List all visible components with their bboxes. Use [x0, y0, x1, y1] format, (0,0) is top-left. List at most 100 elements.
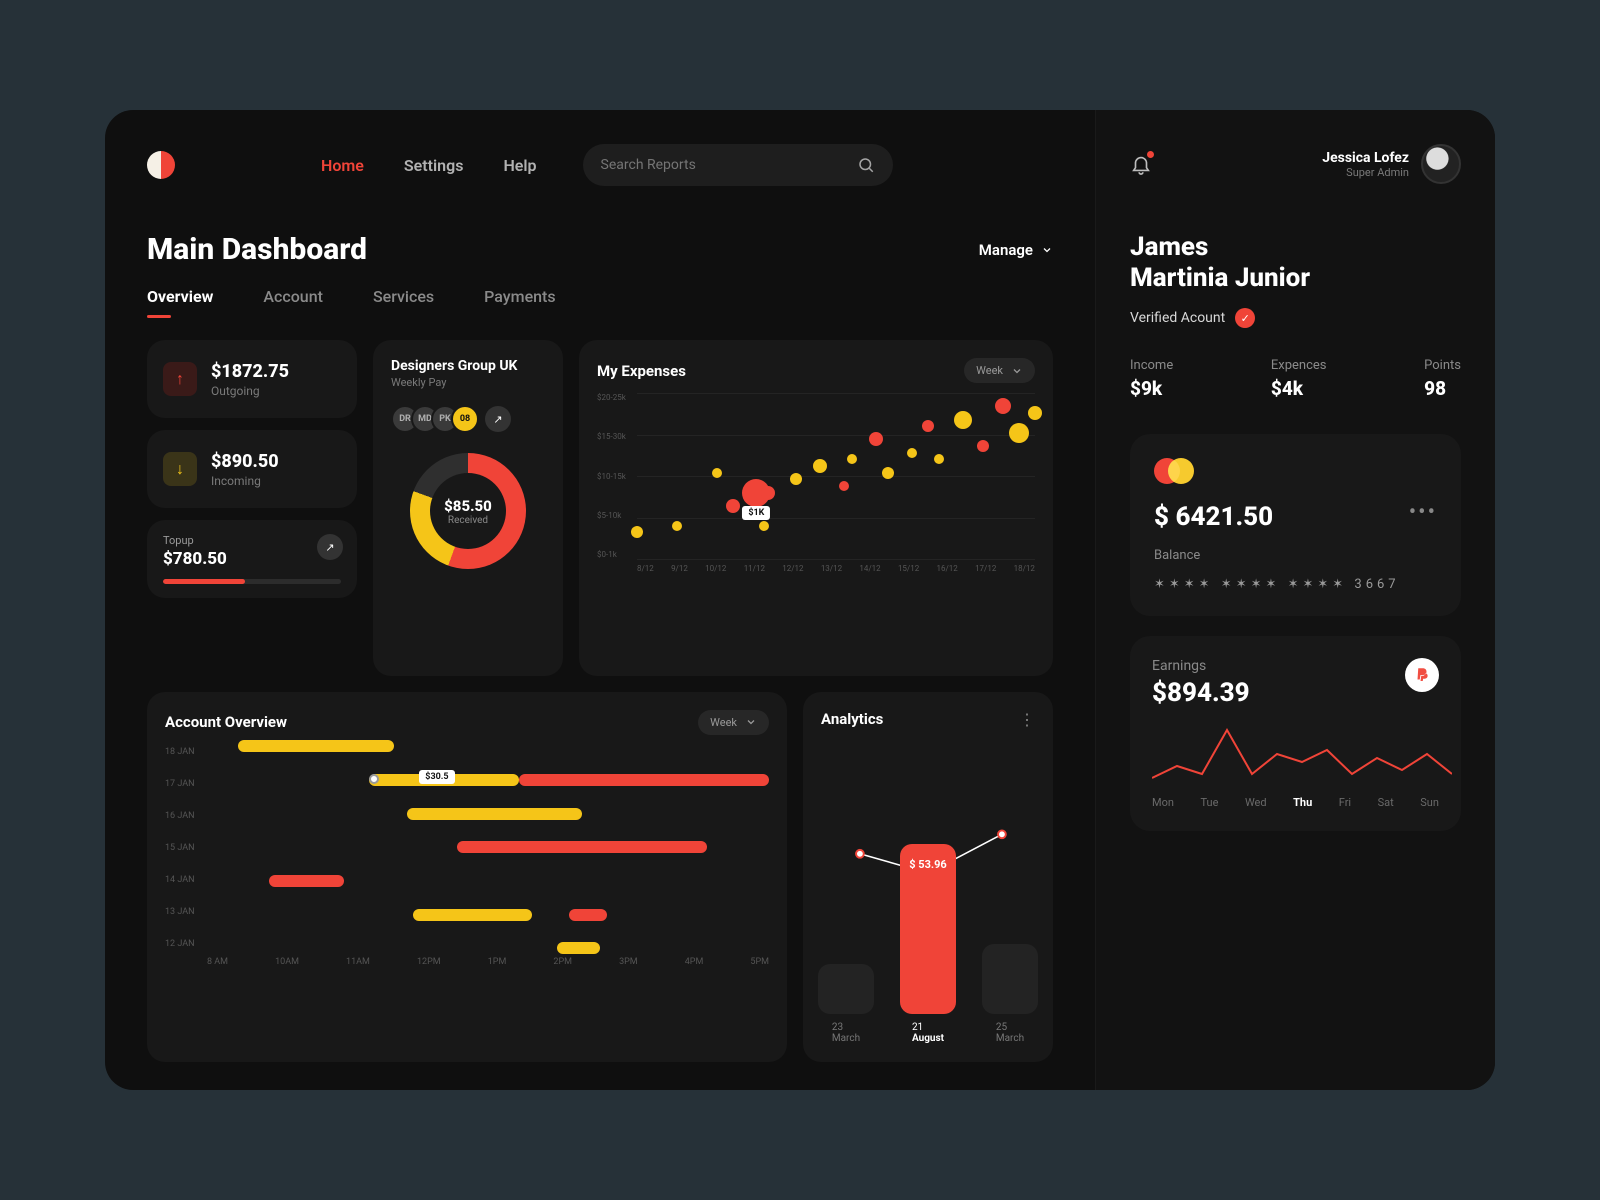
expenses-range-label: Week	[976, 364, 1003, 377]
profile[interactable]: Jessica Lofez Super Admin	[1322, 144, 1461, 184]
titlebar: Main Dashboard Manage	[147, 232, 1053, 267]
expenses-range-dropdown[interactable]: Week	[964, 358, 1035, 383]
received-amount: $85.50	[444, 497, 492, 515]
card-number: ✶✶✶✶ ✶✶✶✶ ✶✶✶✶ 3667	[1154, 577, 1437, 592]
stats-column: ↑ $1872.75 Outgoing ↓ $890.50 Incoming ↗…	[147, 340, 357, 676]
tab-overview[interactable]: Overview	[147, 287, 213, 306]
tab-account[interactable]: Account	[263, 287, 323, 306]
main-panel: Home Settings Help Main Dashboard Manage…	[105, 110, 1095, 1090]
verified-label: Verified Acount	[1130, 310, 1225, 326]
search-input[interactable]	[601, 157, 801, 173]
account-overview-card: Account Overview Week 18 JAN17 JAN16 JAN…	[147, 692, 787, 1063]
holder-name: JamesMartinia Junior	[1130, 232, 1461, 294]
incoming-label: Incoming	[211, 474, 279, 488]
day-label[interactable]: Wed	[1245, 796, 1267, 809]
search-box[interactable]	[583, 144, 893, 186]
day-label[interactable]: Sat	[1378, 796, 1394, 809]
balance-label: Balance	[1154, 548, 1437, 563]
earnings-sparkline	[1152, 726, 1452, 782]
expenses-title: My Expenses	[597, 362, 686, 380]
day-label[interactable]: Mon	[1152, 796, 1174, 809]
metric-income: Income $9k	[1130, 358, 1173, 400]
topup-card[interactable]: ↗ Topup $780.50	[147, 520, 357, 598]
designers-subtitle: Weekly Pay	[391, 376, 545, 389]
analytics-title: Analytics	[821, 710, 883, 728]
dashboard-grid: ↑ $1872.75 Outgoing ↓ $890.50 Incoming ↗…	[147, 340, 1053, 1062]
designers-title: Designers Group UK	[391, 358, 545, 374]
analytics-value: $ 53.96	[900, 858, 956, 871]
stat-incoming[interactable]: ↓ $890.50 Incoming	[147, 430, 357, 508]
nav-settings[interactable]: Settings	[404, 156, 464, 175]
avatar-count-badge[interactable]: 08	[451, 405, 479, 433]
app-window: Home Settings Help Main Dashboard Manage…	[105, 110, 1495, 1090]
mastercard-icon	[1154, 458, 1437, 484]
analytics-chart: 23March $ 53.96 21August 25March	[821, 739, 1035, 1045]
user-name: Jessica Lofez	[1322, 150, 1409, 166]
user-role: Super Admin	[1322, 166, 1409, 179]
bell-icon[interactable]	[1130, 153, 1152, 175]
topup-progress	[163, 579, 341, 584]
tab-payments[interactable]: Payments	[484, 287, 555, 306]
account-holder: JamesMartinia Junior Verified Acount ✓	[1130, 232, 1461, 328]
day-label[interactable]: Thu	[1293, 796, 1312, 809]
metrics-row: Income $9k Expences $4k Points 98	[1130, 358, 1461, 400]
arrow-up-icon: ↑	[163, 362, 197, 396]
analytics-col-active[interactable]: $ 53.96 21August	[900, 844, 956, 1044]
topup-amount: $780.50	[163, 549, 341, 569]
incoming-amount: $890.50	[211, 451, 279, 472]
earnings-days: Mon Tue Wed Thu Fri Sat Sun	[1152, 796, 1439, 809]
expenses-scatter-chart: $20-25k$15-30k$10-15k$5-10k$0-1k $1K 8/1…	[597, 393, 1035, 573]
donut-chart: $85.50 Received	[391, 451, 545, 571]
side-topbar: Jessica Lofez Super Admin	[1130, 144, 1461, 184]
arrow-down-icon: ↓	[163, 452, 197, 486]
search-icon	[857, 156, 875, 174]
verified-row: Verified Acount ✓	[1130, 308, 1461, 328]
chevron-down-icon	[745, 716, 757, 728]
side-panel: Jessica Lofez Super Admin JamesMartinia …	[1095, 110, 1495, 1090]
day-label[interactable]: Sun	[1420, 796, 1439, 809]
earnings-card: Earnings $894.39 Mon Tue Wed Thu Fri Sat Sun	[1130, 636, 1461, 831]
analytics-col[interactable]: 25March	[982, 944, 1038, 1044]
earnings-label: Earnings	[1152, 658, 1439, 674]
earnings-amount: $894.39	[1152, 678, 1439, 708]
topup-expand-icon[interactable]: ↗	[317, 534, 343, 560]
balance-card[interactable]: ••• $ 6421.50 Balance ✶✶✶✶ ✶✶✶✶ ✶✶✶✶ 366…	[1130, 434, 1461, 616]
balance-amount: $ 6421.50	[1154, 502, 1437, 532]
nav: Home Settings Help	[321, 156, 537, 175]
check-icon: ✓	[1235, 308, 1255, 328]
nav-home[interactable]: Home	[321, 156, 364, 175]
expenses-card: My Expenses Week $20-25k$15-30k$10-15k$5…	[579, 340, 1053, 676]
metric-expenses: Expences $4k	[1271, 358, 1327, 400]
page-title: Main Dashboard	[147, 232, 367, 267]
overview-range-label: Week	[710, 716, 737, 729]
manage-dropdown[interactable]: Manage	[979, 241, 1053, 259]
row-2: Account Overview Week 18 JAN17 JAN16 JAN…	[147, 692, 1053, 1063]
outgoing-label: Outgoing	[211, 384, 289, 398]
metric-points: Points 98	[1424, 358, 1461, 400]
avatar-icon	[1421, 144, 1461, 184]
designers-card: Designers Group UK Weekly Pay DR MD PK 0…	[373, 340, 563, 676]
overview-title: Account Overview	[165, 713, 287, 731]
day-label[interactable]: Fri	[1339, 796, 1351, 809]
more-icon[interactable]: ⋮	[1019, 710, 1035, 729]
manage-label: Manage	[979, 241, 1033, 259]
chevron-down-icon	[1011, 365, 1023, 377]
overview-range-dropdown[interactable]: Week	[698, 710, 769, 735]
topup-label: Topup	[163, 534, 341, 547]
topbar: Home Settings Help	[147, 144, 1053, 186]
analytics-card: Analytics ⋮ 23March $ 53.96 21August	[803, 692, 1053, 1063]
avatar-row: DR MD PK 08 ↗	[391, 405, 545, 433]
logo-icon	[147, 151, 175, 179]
overview-gantt-chart: 18 JAN17 JAN16 JAN15 JAN14 JAN13 JAN12 J…	[165, 747, 769, 967]
received-label: Received	[444, 515, 492, 526]
more-icon[interactable]: •••	[1409, 500, 1437, 525]
chevron-down-icon	[1041, 244, 1053, 256]
outgoing-amount: $1872.75	[211, 361, 289, 382]
tabs: Overview Account Services Payments	[147, 287, 1053, 306]
designers-expand-icon[interactable]: ↗	[485, 406, 511, 432]
day-label[interactable]: Tue	[1200, 796, 1218, 809]
tab-services[interactable]: Services	[373, 287, 434, 306]
nav-help[interactable]: Help	[503, 156, 536, 175]
stat-outgoing[interactable]: ↑ $1872.75 Outgoing	[147, 340, 357, 418]
analytics-col[interactable]: 23March	[818, 964, 874, 1044]
